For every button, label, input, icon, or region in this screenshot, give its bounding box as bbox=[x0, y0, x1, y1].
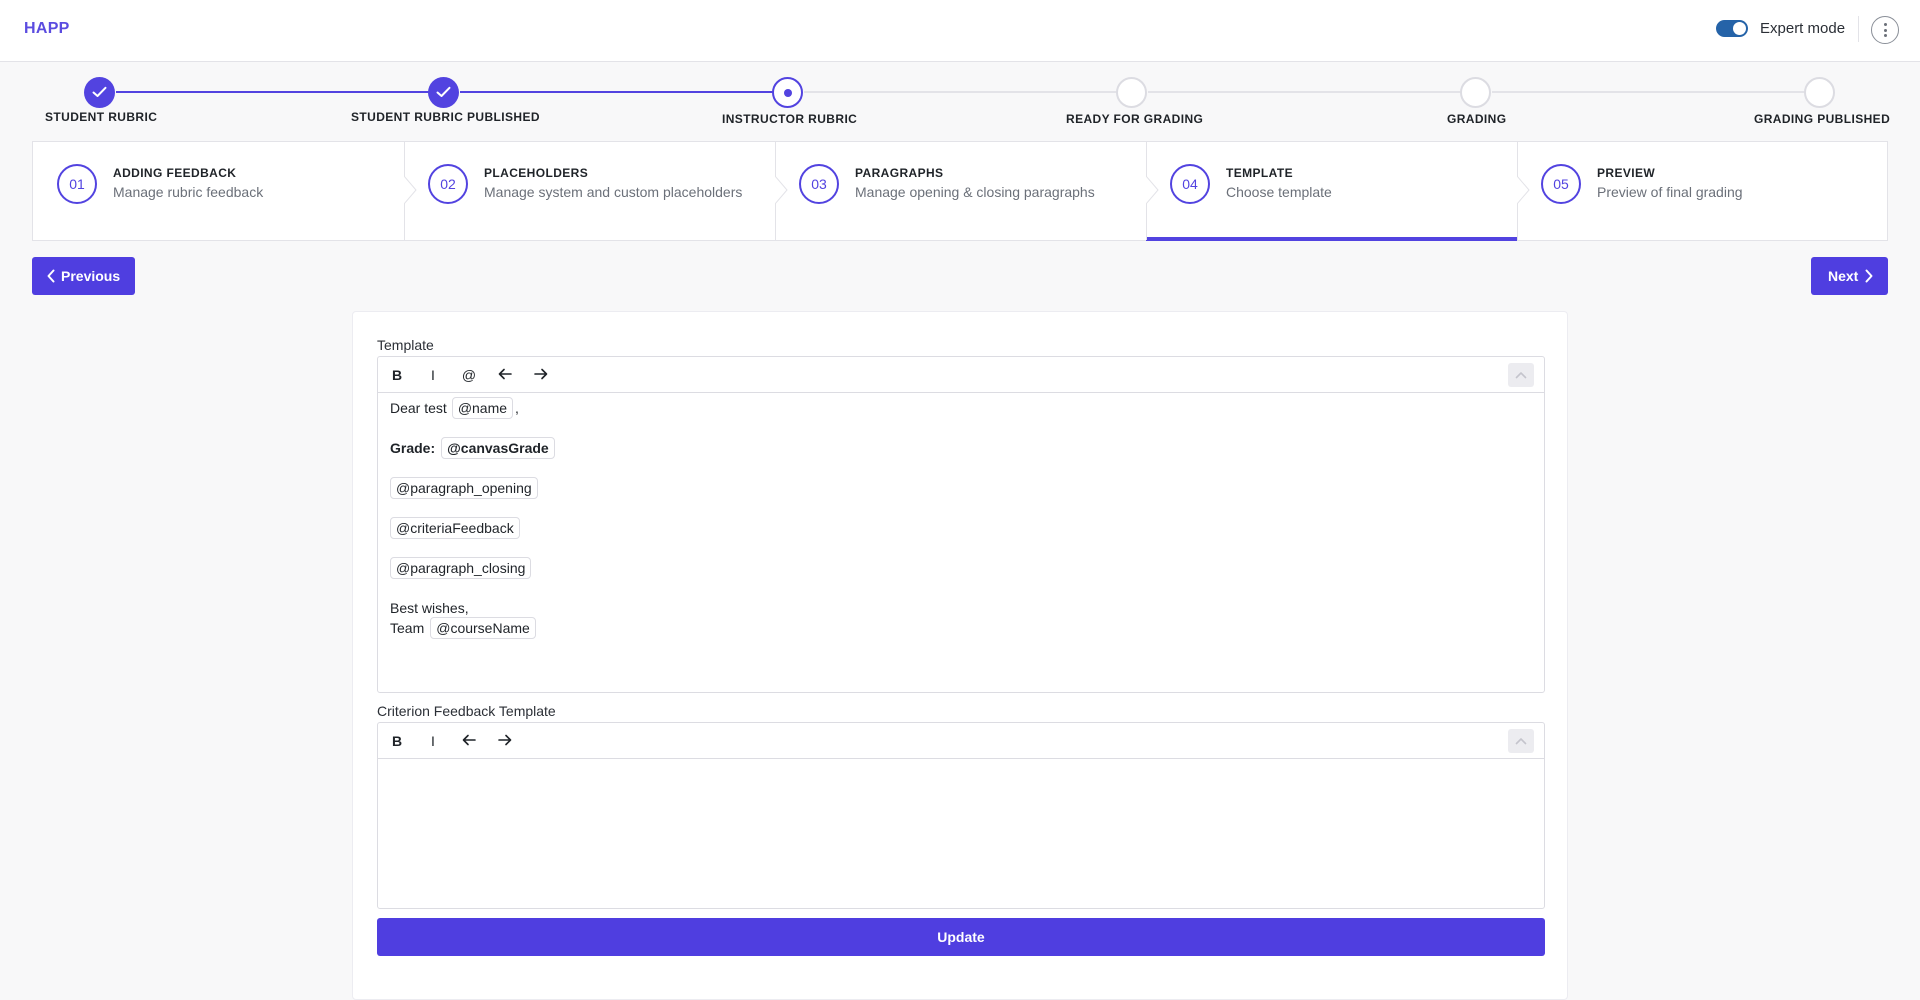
progress-track-todo bbox=[1148, 91, 1462, 93]
divider bbox=[1858, 16, 1859, 42]
progress-track-todo bbox=[804, 91, 1118, 93]
chevron-up-icon bbox=[1515, 738, 1527, 745]
step-label: GRADING bbox=[1447, 112, 1507, 126]
step-grading-published-icon[interactable] bbox=[1804, 77, 1835, 108]
toggle-knob bbox=[1733, 22, 1746, 35]
criteria-line: @criteriaFeedback bbox=[390, 517, 522, 539]
redo-arrow-right-icon[interactable] bbox=[496, 732, 514, 750]
substep-tabs: 01 ADDING FEEDBACK Manage rubric feedbac… bbox=[32, 141, 1888, 241]
app-brand[interactable]: HAPP bbox=[24, 20, 70, 38]
template-toolbar: B I @ bbox=[378, 357, 1544, 393]
team-line: Team @courseName bbox=[390, 617, 538, 639]
opening-line: @paragraph_opening bbox=[390, 477, 540, 499]
step-ready-for-grading-icon[interactable] bbox=[1116, 77, 1147, 108]
criterion-template-editor[interactable]: B I bbox=[377, 722, 1545, 909]
progress-stepper: STUDENT RUBRIC STUDENT RUBRIC PUBLISHED … bbox=[0, 62, 1920, 140]
bold-button[interactable]: B bbox=[388, 366, 406, 384]
tab-subtitle: Manage system and custom placeholders bbox=[484, 184, 743, 200]
tab-subtitle: Preview of final grading bbox=[1597, 184, 1743, 200]
criterion-toolbar: B I bbox=[378, 723, 1544, 759]
redo-arrow-right-icon[interactable] bbox=[532, 366, 550, 384]
tab-chevron-icon bbox=[1146, 176, 1159, 204]
tab-chevron-icon bbox=[1517, 176, 1530, 204]
step-label: STUDENT RUBRIC bbox=[45, 110, 158, 124]
criteria-feedback-chip[interactable]: @criteriaFeedback bbox=[390, 517, 520, 539]
next-label: Next bbox=[1828, 268, 1859, 284]
tab-title: TEMPLATE bbox=[1226, 166, 1293, 180]
tab-preview[interactable]: 05 PREVIEW Preview of final grading bbox=[1517, 142, 1887, 240]
template-editor[interactable]: B I @ Dear test @name , Grade: @canvasGr… bbox=[377, 356, 1545, 693]
grade-label: Grade: bbox=[390, 440, 436, 456]
template-card: Template B I @ Dear test @name , Grade: bbox=[352, 311, 1568, 1000]
tab-title: PARAGRAPHS bbox=[855, 166, 944, 180]
step-label: GRADING PUBLISHED bbox=[1754, 112, 1891, 126]
signoff-line: Best wishes, bbox=[390, 600, 469, 616]
progress-track-done bbox=[460, 91, 774, 93]
paragraph-closing-chip[interactable]: @paragraph_closing bbox=[390, 557, 532, 579]
previous-button[interactable]: Previous bbox=[32, 257, 135, 295]
tab-chevron-icon bbox=[404, 176, 417, 204]
expert-mode-label: Expert mode bbox=[1760, 20, 1846, 37]
template-label: Template bbox=[377, 337, 434, 353]
step-label: INSTRUCTOR RUBRIC bbox=[722, 112, 858, 126]
paragraph-opening-chip[interactable]: @paragraph_opening bbox=[390, 477, 538, 499]
greeting-punctuation: , bbox=[515, 400, 519, 416]
tab-number: 04 bbox=[1170, 164, 1210, 204]
tab-placeholders[interactable]: 02 PLACEHOLDERS Manage system and custom… bbox=[404, 142, 775, 240]
active-tab-indicator bbox=[1146, 237, 1517, 241]
progress-track-todo bbox=[1492, 91, 1806, 93]
expert-mode-toggle[interactable] bbox=[1716, 20, 1748, 37]
chevron-right-icon bbox=[1865, 269, 1873, 283]
team-text: Team bbox=[390, 620, 425, 636]
more-options-icon[interactable] bbox=[1871, 16, 1899, 44]
greeting-text: Dear test bbox=[390, 400, 447, 416]
chevron-up-icon bbox=[1515, 372, 1527, 379]
previous-label: Previous bbox=[61, 268, 121, 284]
undo-arrow-left-icon[interactable] bbox=[496, 366, 514, 384]
tab-subtitle: Manage rubric feedback bbox=[113, 184, 264, 200]
chevron-left-icon bbox=[47, 269, 55, 283]
progress-track-done bbox=[116, 91, 430, 93]
update-button[interactable]: Update bbox=[377, 918, 1545, 956]
step-label: READY FOR GRADING bbox=[1066, 112, 1204, 126]
closing-line: @paragraph_closing bbox=[390, 557, 533, 579]
step-student-rubric-check-icon[interactable] bbox=[84, 77, 115, 108]
tab-template[interactable]: 04 TEMPLATE Choose template bbox=[1146, 142, 1517, 241]
course-name-chip[interactable]: @courseName bbox=[430, 617, 536, 639]
name-placeholder-chip[interactable]: @name bbox=[451, 397, 514, 419]
criterion-template-label: Criterion Feedback Template bbox=[377, 703, 556, 719]
tab-number: 03 bbox=[799, 164, 839, 204]
tab-subtitle: Choose template bbox=[1226, 184, 1332, 200]
undo-arrow-left-icon[interactable] bbox=[460, 732, 478, 750]
step-instructor-rubric-current-icon[interactable] bbox=[772, 77, 803, 108]
step-student-rubric-published-check-icon[interactable] bbox=[428, 77, 459, 108]
grade-line: Grade: @canvasGrade bbox=[390, 437, 557, 459]
mention-button[interactable]: @ bbox=[460, 366, 478, 384]
bold-button[interactable]: B bbox=[388, 732, 406, 750]
tab-subtitle: Manage opening & closing paragraphs bbox=[855, 184, 1095, 200]
tab-title: PREVIEW bbox=[1597, 166, 1656, 180]
tab-chevron-icon bbox=[775, 176, 788, 204]
step-grading-icon[interactable] bbox=[1460, 77, 1491, 108]
collapse-toolbar-button[interactable] bbox=[1508, 729, 1534, 753]
greeting-line: Dear test @name , bbox=[390, 397, 519, 419]
step-label: STUDENT RUBRIC PUBLISHED bbox=[351, 110, 540, 124]
tab-number: 05 bbox=[1541, 164, 1581, 204]
tab-paragraphs[interactable]: 03 PARAGRAPHS Manage opening & closing p… bbox=[775, 142, 1146, 240]
tab-number: 01 bbox=[57, 164, 97, 204]
collapse-toolbar-button[interactable] bbox=[1508, 363, 1534, 387]
tab-title: PLACEHOLDERS bbox=[484, 166, 589, 180]
canvas-grade-chip[interactable]: @canvasGrade bbox=[441, 437, 555, 459]
italic-button[interactable]: I bbox=[424, 732, 442, 750]
top-bar: HAPP Expert mode bbox=[0, 0, 1920, 62]
tab-number: 02 bbox=[428, 164, 468, 204]
tab-title: ADDING FEEDBACK bbox=[113, 166, 237, 180]
next-button[interactable]: Next bbox=[1811, 257, 1888, 295]
italic-button[interactable]: I bbox=[424, 366, 442, 384]
tab-adding-feedback[interactable]: 01 ADDING FEEDBACK Manage rubric feedbac… bbox=[33, 142, 404, 240]
